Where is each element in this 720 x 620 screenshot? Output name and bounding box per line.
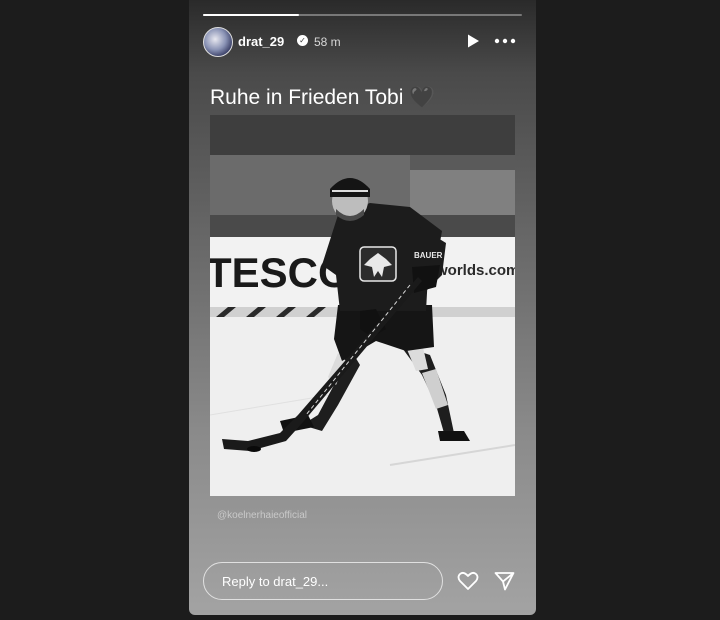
verified-badge-icon: ✓ [297,35,308,46]
reply-input[interactable]: Reply to drat_29... [203,562,443,600]
story-progress-bar [203,14,522,16]
post-time: 58 m [314,35,341,49]
more-options-icon[interactable] [494,33,516,49]
caption-text: Ruhe in Frieden Tobi [210,86,404,109]
black-heart-emoji: 🖤 [409,86,436,109]
story-caption: Ruhe in Frieden Tobi 🖤 [210,86,435,110]
username[interactable]: drat_29 [238,34,284,49]
story-photo: TESCO worlds.com BAUER [210,115,515,496]
photo-credit[interactable]: @koelnerhaieofficial [217,510,307,521]
play-icon[interactable] [465,33,481,49]
story-viewer[interactable]: drat_29 ✓ 58 m Ruhe in Frieden Tobi 🖤 TE… [189,0,536,615]
banner-right-text: worlds.com [435,262,515,279]
glove-text: BAUER [414,251,443,260]
heart-icon[interactable] [457,571,479,591]
avatar[interactable] [203,27,233,57]
story-progress-fill [203,14,299,16]
send-icon[interactable] [494,571,515,591]
story-header: drat_29 ✓ 58 m [203,26,522,58]
